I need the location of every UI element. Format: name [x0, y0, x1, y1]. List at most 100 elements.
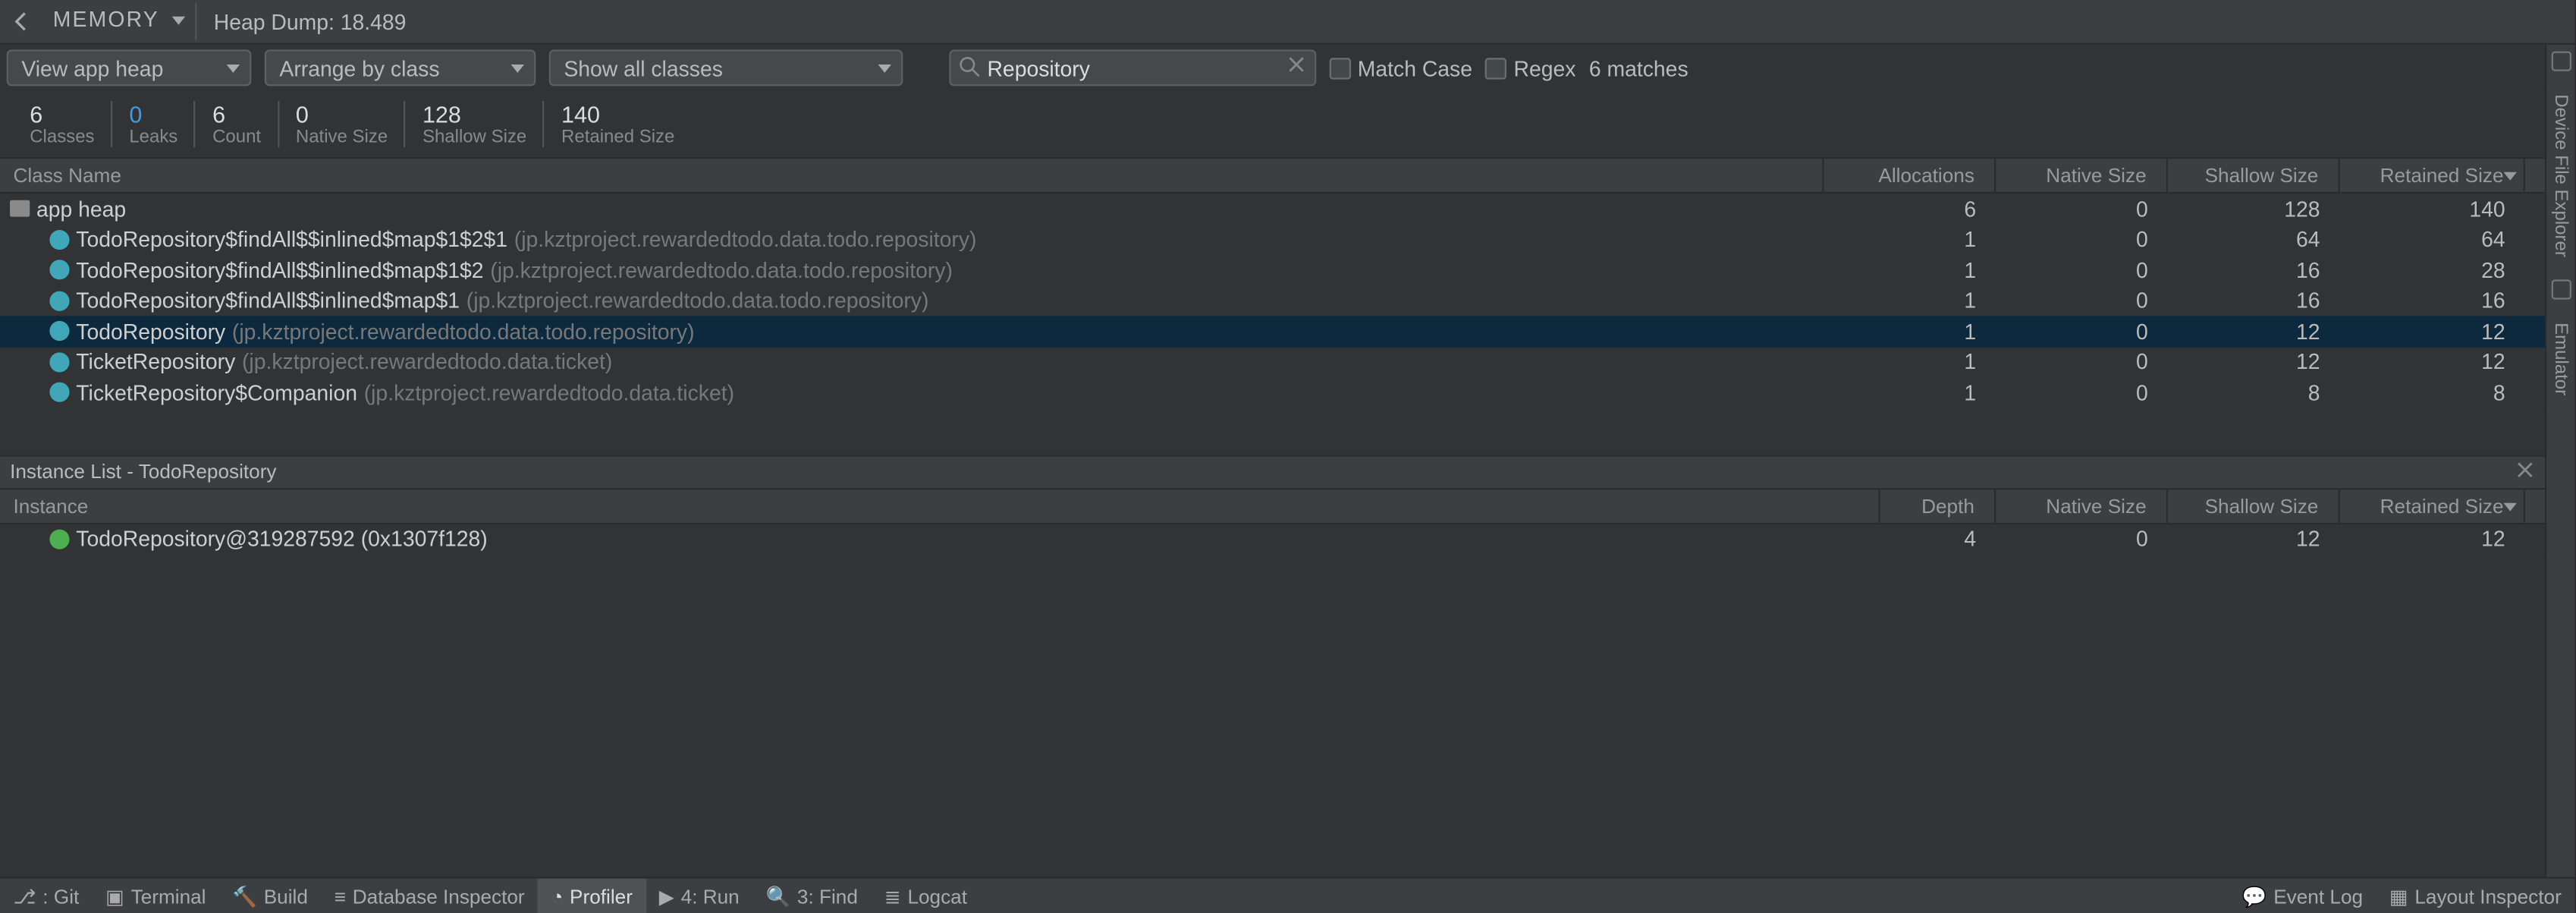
search-icon: 🔍	[766, 884, 791, 908]
memory-dropdown[interactable]: MEMORY	[43, 3, 197, 39]
package-label: (jp.kztproject.rewardedtodo.data.todo.re…	[232, 319, 695, 344]
view-heap-dropdown[interactable]: View app heap	[7, 49, 252, 86]
class-row[interactable]: TodoRepository$findAll$$inlined$map$1$2$…	[0, 224, 2545, 254]
device-explorer-icon	[2551, 52, 2571, 71]
stat-count: 6Count	[196, 101, 279, 147]
cell-retained: 16	[2340, 288, 2525, 313]
col-retained-size[interactable]: Retained Size	[2340, 159, 2525, 192]
sort-desc-icon	[2504, 172, 2517, 181]
col-inst-native[interactable]: Native Size	[1996, 489, 2168, 522]
device-file-explorer-tab[interactable]: Device File Explorer	[2551, 88, 2571, 264]
chevron-down-icon	[511, 65, 524, 73]
cell-shallow: 64	[2168, 227, 2340, 252]
class-row[interactable]: TodoRepository (jp.kztproject.rewardedto…	[0, 316, 2545, 346]
col-allocations[interactable]: Allocations	[1824, 159, 1996, 192]
class-icon	[49, 383, 69, 402]
class-name-label: TicketRepository	[76, 350, 235, 375]
class-name-label: TodoRepository$findAll$$inlined$map$1	[76, 288, 460, 313]
close-instance-list-icon[interactable]	[2515, 459, 2535, 479]
speech-icon: 💬	[2242, 884, 2267, 908]
database-icon: ≡	[335, 884, 346, 908]
package-label: (jp.kztproject.rewardedtodo.data.todo.re…	[490, 258, 953, 283]
tool-run[interactable]: ▶4: Run	[646, 879, 752, 913]
git-icon: ⎇	[13, 884, 36, 908]
class-row[interactable]: TicketRepository$Companion (jp.kztprojec…	[0, 377, 2545, 408]
tool-layout-inspector[interactable]: ▦Layout Inspector	[2376, 879, 2574, 913]
emulator-icon	[2551, 280, 2571, 300]
package-label: (jp.kztproject.rewardedtodo.data.ticket)	[364, 380, 734, 405]
cell-alloc: 1	[1824, 227, 1996, 252]
tool-terminal[interactable]: ▣Terminal	[93, 879, 219, 913]
class-name-label: TodoRepository$findAll$$inlined$map$1$2	[76, 258, 483, 283]
cell-retained: 64	[2340, 227, 2525, 252]
stat-classes: 6Classes	[13, 101, 112, 147]
search-icon	[959, 56, 980, 77]
clear-search-icon[interactable]	[1286, 55, 1306, 74]
sort-desc-icon	[2504, 502, 2517, 511]
cell-retained: 140	[2340, 197, 2525, 222]
stat-native: 0Native Size	[279, 101, 406, 147]
instance-icon	[49, 529, 69, 549]
chevron-down-icon	[878, 65, 891, 73]
cell-retained: 12	[2340, 350, 2525, 375]
hammer-icon: 🔨	[232, 884, 257, 908]
instance-row[interactable]: TodoRepository@319287592 (0x1307f128)401…	[0, 524, 2545, 554]
cell-alloc: 1	[1824, 350, 1996, 375]
tool-db-inspector[interactable]: ≡Database Inspector	[321, 879, 538, 913]
cell-shallow: 128	[2168, 197, 2340, 222]
col-depth[interactable]: Depth	[1880, 489, 1996, 522]
gauge-icon: ◔	[551, 884, 564, 908]
tool-logcat[interactable]: ≣Logcat	[871, 879, 980, 913]
col-shallow-size[interactable]: Shallow Size	[2168, 159, 2340, 192]
col-native-size[interactable]: Native Size	[1996, 159, 2168, 192]
tool-profiler[interactable]: ◔Profiler	[538, 879, 646, 913]
checkbox-icon	[1330, 57, 1351, 78]
class-row[interactable]: TodoRepository$findAll$$inlined$map$1$2 …	[0, 255, 2545, 285]
class-row[interactable]: app heap 60128140	[0, 194, 2545, 224]
class-name-label: TodoRepository	[76, 319, 225, 344]
cell-shallow: 16	[2168, 258, 2340, 283]
cell-native: 0	[1996, 197, 2168, 222]
instance-list-title: Instance List - TodoRepository	[10, 460, 276, 483]
class-name-label: TodoRepository$findAll$$inlined$map$1$2$…	[76, 227, 507, 252]
tool-build[interactable]: 🔨Build	[219, 879, 321, 913]
class-row[interactable]: TodoRepository$findAll$$inlined$map$1 (j…	[0, 285, 2545, 316]
class-icon	[49, 260, 69, 280]
cell-shallow: 12	[2168, 350, 2340, 375]
cell-inst-native: 0	[1996, 527, 2168, 552]
class-name-label: app heap	[36, 197, 126, 222]
col-instance[interactable]: Instance	[0, 489, 1880, 522]
class-icon	[49, 321, 69, 341]
terminal-icon: ▣	[105, 884, 124, 908]
class-filter-input[interactable]	[949, 49, 1316, 86]
stat-retained: 140Retained Size	[545, 101, 691, 147]
cell-shallow: 8	[2168, 380, 2340, 405]
match-count-label: 6 matches	[1589, 55, 1689, 80]
class-icon	[49, 291, 69, 310]
class-row[interactable]: TicketRepository (jp.kztproject.rewarded…	[0, 347, 2545, 377]
col-inst-shallow[interactable]: Shallow Size	[2168, 489, 2340, 522]
checkbox-icon	[1485, 57, 1506, 78]
class-icon	[49, 229, 69, 249]
cell-alloc: 6	[1824, 197, 1996, 222]
cell-retained: 28	[2340, 258, 2525, 283]
cell-retained: 12	[2340, 319, 2525, 344]
tool-find[interactable]: 🔍3: Find	[752, 879, 871, 913]
stat-leaks[interactable]: 0Leaks	[113, 101, 196, 147]
chevron-down-icon	[227, 65, 240, 73]
tool-git[interactable]: ⎇: Git	[0, 879, 93, 913]
regex-checkbox[interactable]: Regex	[1485, 55, 1575, 80]
tool-event-log[interactable]: 💬Event Log	[2229, 879, 2376, 913]
emulator-tab[interactable]: Emulator	[2551, 316, 2571, 402]
col-inst-retained[interactable]: Retained Size	[2340, 489, 2525, 522]
cell-inst-retained: 12	[2340, 527, 2525, 552]
show-classes-dropdown[interactable]: Show all classes	[549, 49, 903, 86]
cell-shallow: 16	[2168, 288, 2340, 313]
cell-retained: 8	[2340, 380, 2525, 405]
back-button[interactable]	[7, 11, 36, 31]
cell-native: 0	[1996, 288, 2168, 313]
cell-shallow: 12	[2168, 319, 2340, 344]
match-case-checkbox[interactable]: Match Case	[1330, 55, 1472, 80]
col-class-name[interactable]: Class Name	[0, 159, 1824, 192]
arrange-dropdown[interactable]: Arrange by class	[265, 49, 536, 86]
